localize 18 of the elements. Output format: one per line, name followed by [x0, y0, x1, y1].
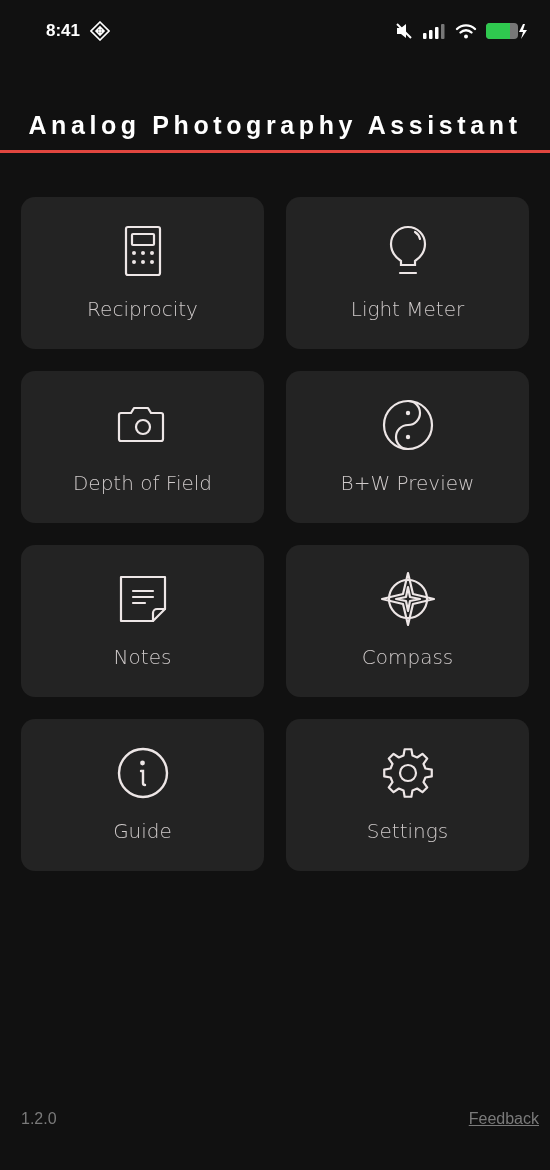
app-indicator-icon: [90, 20, 111, 41]
compass-icon: [379, 571, 436, 627]
tool-tile[interactable]: Reciprocity: [21, 197, 264, 349]
app-title: Analog Photography Assistant: [28, 111, 522, 140]
tool-tile[interactable]: Guide: [21, 719, 264, 871]
tool-tile[interactable]: Compass: [286, 545, 529, 697]
mute-icon: [395, 21, 413, 40]
status-time: 8:41: [46, 20, 81, 41]
version-text: 1.2.0: [21, 1110, 57, 1128]
tool-tile[interactable]: B+W Preview: [286, 371, 529, 523]
tool-tile[interactable]: Depth of Field: [21, 371, 264, 523]
feedback-link[interactable]: Feedback: [468, 1110, 539, 1128]
tool-tile[interactable]: Notes: [21, 545, 264, 697]
tool-tile[interactable]: Light Meter: [286, 197, 529, 349]
battery-icon: [486, 21, 528, 40]
tool-tile[interactable]: Settings: [286, 719, 529, 871]
signal-icon: [422, 22, 446, 39]
wifi-icon: [455, 22, 477, 39]
